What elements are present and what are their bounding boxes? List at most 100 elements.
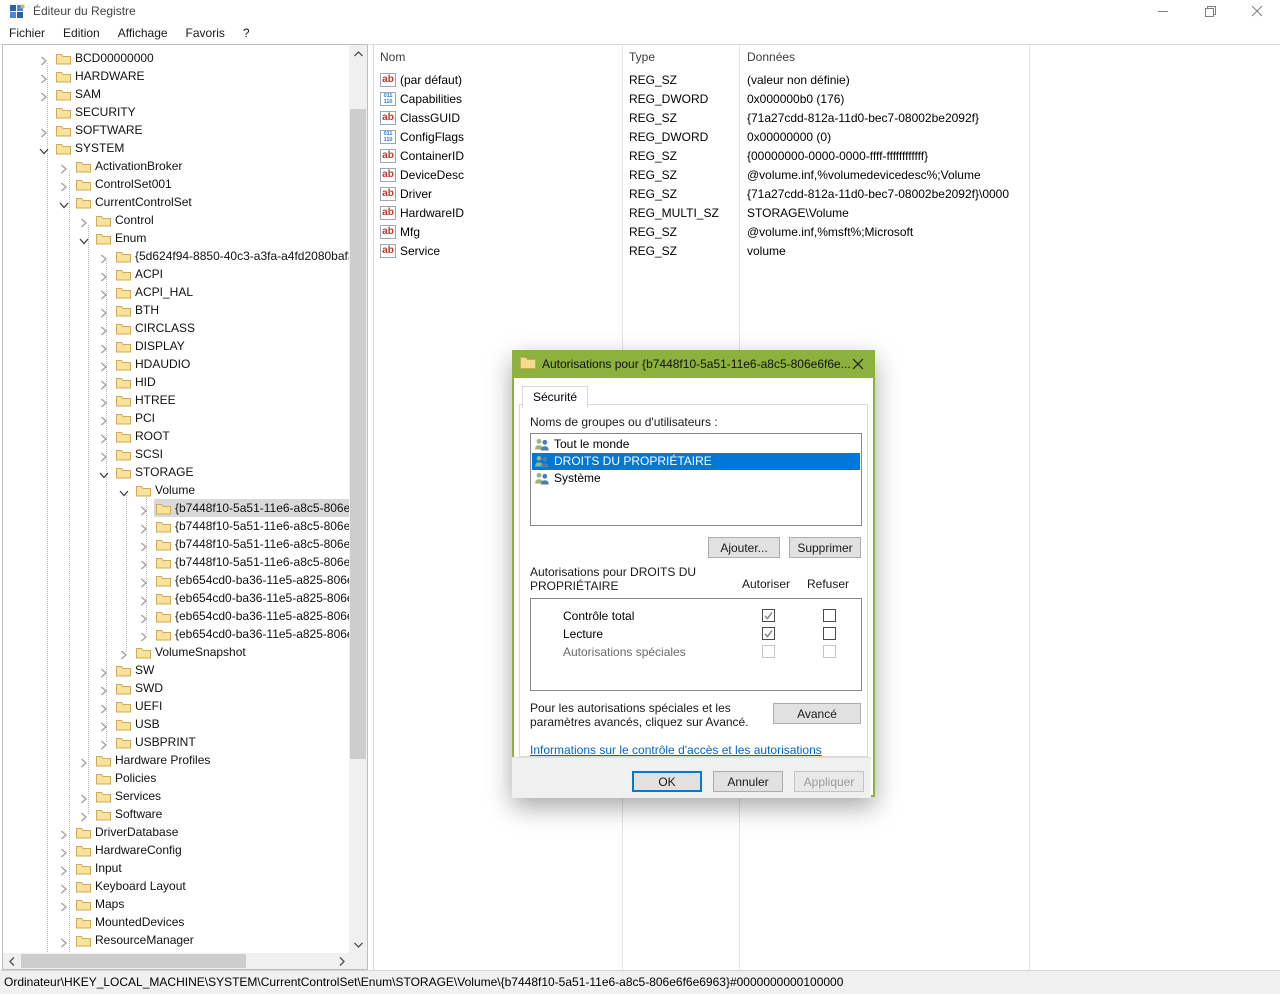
chevron-right-icon[interactable] <box>99 251 109 261</box>
tree-item-label[interactable]: SECURITY <box>75 103 136 121</box>
tree-item-label[interactable]: ResourceManager <box>95 931 194 949</box>
tree-item-label[interactable]: {eb654cd0-ba36-11e5-a825-806e6f6e6963} <box>175 571 350 589</box>
tree-item-control[interactable]: Control <box>3 211 350 229</box>
menu-item-fichier[interactable]: Fichier <box>0 23 54 43</box>
access-control-link[interactable]: Informations sur le contrôle d'accès et … <box>530 743 822 757</box>
tree-item-label[interactable]: DISPLAY <box>135 337 185 355</box>
tree-item-label[interactable]: {5d624f94-8850-40c3-a3fa-a4fd2080baf3} <box>135 247 350 265</box>
column-header-data[interactable]: Données <box>747 50 795 64</box>
tree-item-label[interactable]: HARDWARE <box>75 67 145 85</box>
chevron-right-icon[interactable] <box>79 809 89 819</box>
tree-item-label[interactable]: HardwareConfig <box>95 841 182 859</box>
value-row-mfg[interactable]: abMfgREG_SZ@volume.inf,%msft%;Microsoft <box>374 223 1274 242</box>
chevron-right-icon[interactable] <box>59 161 69 171</box>
tree-item-hardware-profiles[interactable]: Hardware Profiles <box>3 751 350 769</box>
chevron-right-icon[interactable] <box>59 845 69 855</box>
tree-item-label[interactable]: BTH <box>135 301 159 319</box>
tree-item-circlass[interactable]: CIRCLASS <box>3 319 350 337</box>
close-button[interactable] <box>1235 0 1280 23</box>
chevron-right-icon[interactable] <box>39 53 49 63</box>
tree-item-system[interactable]: SYSTEM <box>3 139 350 157</box>
tree-item-storage[interactable]: STORAGE <box>3 463 350 481</box>
chevron-right-icon[interactable] <box>99 737 109 747</box>
tree-item-policies[interactable]: Policies <box>3 769 350 787</box>
tree-item-hdaudio[interactable]: HDAUDIO <box>3 355 350 373</box>
chevron-right-icon[interactable] <box>59 881 69 891</box>
tree-item-label[interactable]: SWD <box>135 679 163 697</box>
tree-item-label[interactable]: ROOT <box>135 427 170 445</box>
chevron-right-icon[interactable] <box>59 179 69 189</box>
tree-item-label[interactable]: Input <box>95 859 122 877</box>
chevron-right-icon[interactable] <box>99 305 109 315</box>
chevron-right-icon[interactable] <box>139 611 149 621</box>
tree-item--eb654cd0-ba36-11e5-a825-806e6[interactable]: {eb654cd0-ba36-11e5-a825-806e6f6e6963} <box>3 625 350 643</box>
tree-item-driverdatabase[interactable]: DriverDatabase <box>3 823 350 841</box>
chevron-right-icon[interactable] <box>99 431 109 441</box>
tree-hscroll-thumb[interactable] <box>21 954 246 968</box>
chevron-right-icon[interactable] <box>99 395 109 405</box>
groups-list[interactable]: Tout le mondeDROITS DU PROPRIÉTAIRESystè… <box>530 433 862 526</box>
add-button[interactable]: Ajouter... <box>708 537 780 558</box>
tree-vertical-scrollbar[interactable] <box>349 45 367 953</box>
tree-item--eb654cd0-ba36-11e5-a825-806e6[interactable]: {eb654cd0-ba36-11e5-a825-806e6f6e6963} <box>3 589 350 607</box>
chevron-right-icon[interactable] <box>139 521 149 531</box>
chevron-right-icon[interactable] <box>99 449 109 459</box>
tree-item-volumesnapshot[interactable]: VolumeSnapshot <box>3 643 350 661</box>
value-row-driver[interactable]: abDriverREG_SZ{71a27cdd-812a-11d0-bec7-0… <box>374 185 1274 204</box>
tree-item-label[interactable]: STORAGE <box>135 463 193 481</box>
scroll-up-icon[interactable] <box>349 45 367 62</box>
tree-item-label[interactable]: CurrentControlSet <box>95 193 192 211</box>
tree-item-software[interactable]: SOFTWARE <box>3 121 350 139</box>
tree-item--eb654cd0-ba36-11e5-a825-806e6[interactable]: {eb654cd0-ba36-11e5-a825-806e6f6e6963} <box>3 607 350 625</box>
tree-item-label[interactable]: Services <box>115 787 161 805</box>
chevron-down-icon[interactable] <box>79 233 89 243</box>
tree-item-enum[interactable]: Enum <box>3 229 350 247</box>
tree-item-acpi-hal[interactable]: ACPI_HAL <box>3 283 350 301</box>
chevron-right-icon[interactable] <box>139 593 149 603</box>
tree-item-controlset001[interactable]: ControlSet001 <box>3 175 350 193</box>
tree-item-label[interactable]: BCD00000000 <box>75 49 154 67</box>
tree-item--b7448f10-5a51-11e6-a8c5-806e6[interactable]: {b7448f10-5a51-11e6-a8c5-806e6f6e6963} <box>3 535 350 553</box>
chevron-down-icon[interactable] <box>99 467 109 477</box>
tree-item-usbprint[interactable]: USBPRINT <box>3 733 350 751</box>
tree-item-label[interactable]: {eb654cd0-ba36-11e5-a825-806e6f6e6963} <box>175 589 350 607</box>
tree-item-root[interactable]: ROOT <box>3 427 350 445</box>
group-item-tout-le-monde[interactable]: Tout le monde <box>532 436 860 453</box>
tree-item-label[interactable]: Control <box>115 211 154 229</box>
menu-item-edition[interactable]: Edition <box>54 23 109 43</box>
tree-item-label[interactable]: ActivationBroker <box>95 157 182 175</box>
menu-item-affichage[interactable]: Affichage <box>109 23 177 43</box>
tree-item-label[interactable]: USBPRINT <box>135 733 196 751</box>
value-row-configflags[interactable]: 011110ConfigFlagsREG_DWORD0x00000000 (0) <box>374 128 1274 147</box>
tree-item-hid[interactable]: HID <box>3 373 350 391</box>
chevron-right-icon[interactable] <box>139 539 149 549</box>
tree-item-label[interactable]: HTREE <box>135 391 176 409</box>
chevron-right-icon[interactable] <box>99 377 109 387</box>
tree-item-mounteddevices[interactable]: MountedDevices <box>3 913 350 931</box>
cancel-button[interactable]: Annuler <box>713 771 783 792</box>
tree-item-label[interactable]: {eb654cd0-ba36-11e5-a825-806e6f6e6963} <box>175 607 350 625</box>
chevron-right-icon[interactable] <box>99 269 109 279</box>
tree-item-label[interactable]: MountedDevices <box>95 913 184 931</box>
scroll-down-icon[interactable] <box>349 936 367 953</box>
tree-item-bcd00000000[interactable]: BCD00000000 <box>3 49 350 67</box>
group-item-syst-me[interactable]: Système <box>532 470 860 487</box>
tree-item-acpi[interactable]: ACPI <box>3 265 350 283</box>
tree-item-label[interactable]: ACPI_HAL <box>135 283 193 301</box>
deny-checkbox[interactable] <box>823 627 836 640</box>
chevron-right-icon[interactable] <box>99 683 109 693</box>
allow-checkbox[interactable] <box>762 609 775 622</box>
tree-item--b7448f10-5a51-11e6-a8c5-806e6[interactable]: {b7448f10-5a51-11e6-a8c5-806e6f6e6963} <box>3 517 350 535</box>
tree-item-label[interactable]: UEFI <box>135 697 162 715</box>
chevron-right-icon[interactable] <box>99 341 109 351</box>
menu-item-?[interactable]: ? <box>234 23 259 43</box>
chevron-right-icon[interactable] <box>99 665 109 675</box>
tree-item-keyboard-layout[interactable]: Keyboard Layout <box>3 877 350 895</box>
tree-item-services[interactable]: Services <box>3 787 350 805</box>
group-item-droits-du-propri-taire[interactable]: DROITS DU PROPRIÉTAIRE <box>532 453 860 470</box>
tree-item-maps[interactable]: Maps <box>3 895 350 913</box>
ok-button[interactable]: OK <box>632 771 702 792</box>
chevron-right-icon[interactable] <box>119 647 129 657</box>
tree-item-htree[interactable]: HTREE <box>3 391 350 409</box>
tree-item-security[interactable]: SECURITY <box>3 103 350 121</box>
